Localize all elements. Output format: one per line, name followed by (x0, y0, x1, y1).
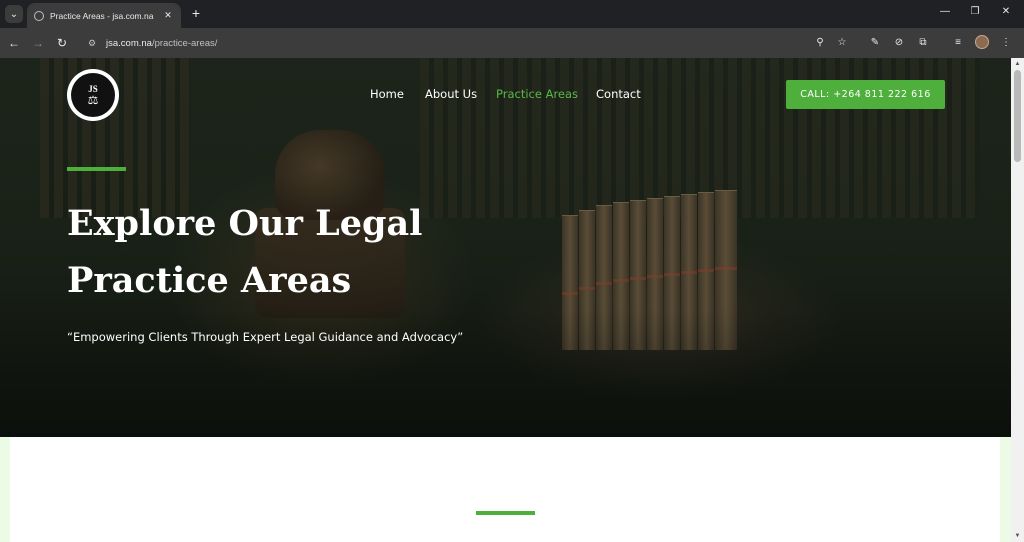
section-accent-bar (476, 511, 535, 515)
nav-about-us[interactable]: About Us (425, 87, 477, 101)
browser-toolbar: ← → ↻ ⚙ jsa.com.na/practice-areas/ ⚲ ☆ ✎… (0, 28, 1024, 58)
logo-text: JS (88, 83, 98, 94)
hero-title-line2: Practice Areas (67, 260, 352, 301)
media-icon[interactable]: ≡ (951, 35, 965, 51)
close-window-button[interactable]: ✕ (999, 6, 1013, 17)
blocked-icon[interactable]: ⊘ (892, 35, 906, 51)
address-bar[interactable]: ⚙ jsa.com.na/practice-areas/ (80, 32, 858, 54)
nav-home[interactable]: Home (370, 87, 404, 101)
call-button[interactable]: CALL: +264 811 222 616 (786, 80, 945, 109)
hero-title: Explore Our Legal Practice Areas (67, 195, 527, 309)
scroll-down-icon[interactable]: ▼ (1011, 530, 1024, 542)
extensions-icon[interactable]: ⧉ (916, 35, 930, 51)
back-icon[interactable]: ← (6, 35, 22, 51)
tab-close-icon[interactable]: ✕ (161, 10, 175, 21)
url-path: /practice-areas/ (151, 37, 218, 49)
site-info-icon[interactable]: ⚙ (84, 38, 100, 49)
forward-icon[interactable]: → (30, 35, 46, 51)
nav-practice-areas[interactable]: Practice Areas (496, 87, 578, 101)
hero-subtitle: “Empowering Clients Through Expert Legal… (67, 330, 464, 344)
url-text: jsa.com.na/practice-areas/ (106, 38, 217, 49)
hero-section: JS ⚖ Home About Us Practice Areas Contac… (0, 58, 1011, 437)
web-page: JS ⚖ Home About Us Practice Areas Contac… (0, 58, 1024, 542)
page-scrollbar[interactable]: ▲ ▼ (1011, 58, 1024, 542)
new-tab-button[interactable]: + (188, 5, 204, 21)
reload-icon[interactable]: ↻ (54, 35, 70, 51)
zoom-icon[interactable]: ⚲ (813, 35, 827, 51)
tab-title: Practice Areas - jsa.com.na (50, 10, 154, 21)
browser-tab[interactable]: Practice Areas - jsa.com.na ✕ (27, 3, 181, 28)
profile-avatar-icon[interactable] (975, 35, 989, 49)
hero-accent-bar (67, 167, 126, 171)
scales-icon: ⚖ (87, 92, 99, 107)
site-logo[interactable]: JS ⚖ (67, 69, 119, 121)
browser-tabstrip: ⌄ Practice Areas - jsa.com.na ✕ + — ❐ ✕ (0, 0, 1024, 28)
nav-contact[interactable]: Contact (596, 87, 641, 101)
tab-search-button[interactable]: ⌄ (5, 5, 23, 23)
hero-title-line1: Explore Our Legal (67, 203, 423, 244)
eyedropper-icon[interactable]: ✎ (868, 35, 882, 51)
minimize-button[interactable]: — (938, 6, 952, 17)
globe-icon (34, 10, 44, 21)
url-host: jsa.com.na (106, 37, 152, 49)
scroll-thumb[interactable] (1014, 70, 1021, 162)
desk-background (0, 308, 1011, 437)
content-section (10, 437, 1000, 542)
chevron-down-icon: ⌄ (9, 8, 19, 20)
bookmark-star-icon[interactable]: ☆ (835, 35, 849, 51)
logo-emblem: JS ⚖ (71, 73, 115, 117)
restore-button[interactable]: ❐ (968, 6, 982, 17)
scroll-up-icon[interactable]: ▲ (1011, 58, 1024, 70)
menu-icon[interactable]: ⋮ (999, 35, 1013, 51)
